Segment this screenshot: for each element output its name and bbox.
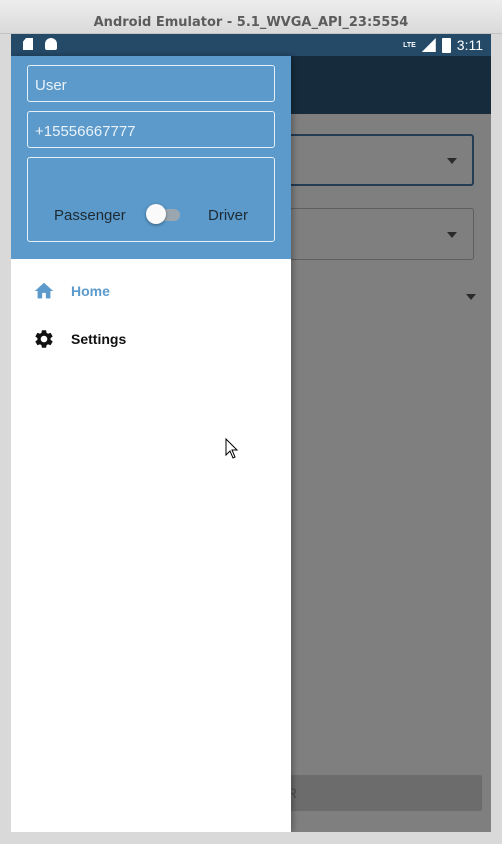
emulator-titlebar[interactable]: Android Emulator - 5.1_WVGA_API_23:5554 bbox=[0, 0, 502, 34]
user-field-value: User bbox=[35, 77, 67, 94]
gear-icon bbox=[35, 330, 53, 348]
battery-icon bbox=[441, 37, 451, 53]
navigation-drawer: User +15556667777 Passenger Driver Home bbox=[11, 56, 291, 832]
menu-item-settings-label: Settings bbox=[71, 331, 127, 347]
menu-item-settings[interactable]: Settings bbox=[11, 315, 291, 363]
device-screen: R LTE 3:11 User +15556667777 Passenger bbox=[11, 34, 491, 832]
android-debug-icon bbox=[45, 38, 57, 50]
phone-field[interactable]: +15556667777 bbox=[27, 111, 275, 148]
role-switch-thumb[interactable] bbox=[146, 204, 166, 224]
signal-icon bbox=[421, 38, 436, 52]
status-time: 3:11 bbox=[456, 37, 483, 53]
phone-field-value: +15556667777 bbox=[35, 123, 136, 140]
driver-label: Driver bbox=[208, 207, 248, 224]
drawer-header: User +15556667777 Passenger Driver bbox=[11, 56, 291, 259]
status-bar: LTE 3:11 bbox=[11, 34, 491, 56]
home-icon bbox=[34, 282, 54, 299]
role-box: Passenger Driver bbox=[27, 157, 275, 242]
user-field[interactable]: User bbox=[27, 65, 275, 102]
menu-item-home[interactable]: Home bbox=[11, 267, 291, 315]
window-title: Android Emulator - 5.1_WVGA_API_23:5554 bbox=[93, 15, 409, 30]
sd-card-icon bbox=[23, 38, 33, 50]
mouse-pointer-icon bbox=[225, 438, 239, 459]
lte-icon: LTE bbox=[403, 41, 416, 49]
role-switch-row: Passenger Driver bbox=[28, 204, 274, 225]
menu-item-home-label: Home bbox=[71, 283, 110, 299]
passenger-label: Passenger bbox=[54, 207, 126, 224]
